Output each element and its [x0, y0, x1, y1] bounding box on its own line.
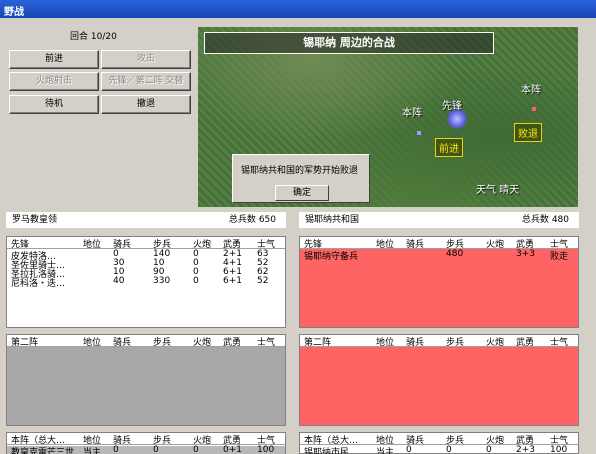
- left-side-name: 罗马教皇领: [12, 215, 58, 225]
- retreat-dialog: 锡耶纳共和国的军势开始败退 确定: [232, 154, 370, 203]
- cell-artillery: 0: [193, 445, 199, 454]
- ok-button[interactable]: 确定: [275, 185, 329, 201]
- cell-infantry: 0: [153, 445, 159, 454]
- table-header: 本阵（总大… 地位 骑兵 步兵 火炮 武勇 士气: [7, 433, 285, 446]
- left-second-panel[interactable]: 第二阵 地位 骑兵 步兵 火炮 武勇 士气: [6, 334, 286, 426]
- cell-unit-name: 锡耶纳市民: [304, 448, 350, 454]
- header-artillery: 火炮: [486, 240, 505, 250]
- header-cavalry: 骑兵: [406, 240, 425, 250]
- cell-artillery: 0: [486, 445, 492, 454]
- weather-label: 天气 晴天: [476, 185, 520, 196]
- header-valor: 武勇: [516, 338, 535, 348]
- cell-morale: 52: [257, 276, 269, 286]
- left-side-header: 罗马教皇领 总兵数 650: [6, 212, 286, 228]
- fire-artillery-button[interactable]: 火炮射击: [9, 72, 99, 91]
- swap-lines-button[interactable]: 先锋／第二阵 交替: [101, 72, 191, 91]
- left-front-panel[interactable]: 先锋 地位 骑兵 步兵 火炮 武勇 士气 皮发特洛… 0 140 0 2+1 63 圣佐里骑士… 30 10…: [6, 236, 286, 328]
- header-valor: 武勇: [223, 338, 242, 348]
- left-order-badge: 前进: [435, 138, 463, 157]
- cell-valor: 2+3: [516, 445, 535, 454]
- table-header: 第二阵 地位 骑兵 步兵 火炮 武勇 士气: [300, 335, 578, 348]
- table-header: 第二阵 地位 骑兵 步兵 火炮 武勇 士气: [7, 335, 285, 348]
- cell-rank: 当主: [83, 448, 102, 454]
- cell-valor: 6+1: [223, 276, 242, 286]
- header-artillery: 火炮: [193, 338, 212, 348]
- cell-cavalry: 40: [113, 276, 125, 286]
- cell-morale: 100: [550, 445, 568, 454]
- turn-counter: 回合 10/20: [70, 32, 117, 42]
- battle-title: 锡耶纳 周边的合战: [204, 32, 494, 54]
- cell-cavalry: 0: [406, 445, 412, 454]
- wait-button[interactable]: 待机: [9, 95, 99, 114]
- window-title: 野战: [0, 0, 596, 18]
- right-camp-marker-icon: [532, 107, 536, 111]
- table-header: 先锋 地位 骑兵 步兵 火炮 武勇 士气: [7, 237, 285, 250]
- right-order-badge: 败退: [514, 123, 542, 142]
- table-row[interactable]: 尼科洛・迭… 40 330 0 6+1 52: [7, 276, 285, 289]
- header-morale: 士气: [257, 338, 276, 348]
- header-rank: 地位: [83, 240, 102, 250]
- left-camp-label: 本阵: [402, 108, 422, 119]
- right-main-panel[interactable]: 本阵（总大… 地位 骑兵 步兵 火炮 武勇 士气 锡耶纳市民 当主 0 0 0 2+3 100: [299, 432, 579, 454]
- header-unit-name: 第二阵: [304, 338, 332, 348]
- table-row[interactable]: 教皇克雷芒三世 当主 0 0 0 0+1 100: [7, 445, 285, 454]
- header-morale: 士气: [550, 338, 569, 348]
- table-row[interactable]: 锡耶纳市民 当主 0 0 0 2+3 100: [300, 445, 578, 454]
- header-cavalry: 骑兵: [113, 338, 132, 348]
- left-main-panel[interactable]: 本阵（总大… 地位 骑兵 步兵 火炮 武勇 士气 教皇克雷芒三世 当主 0 0 0 0+1 100: [6, 432, 286, 454]
- cell-morale: 100: [257, 445, 275, 454]
- header-cavalry: 骑兵: [406, 338, 425, 348]
- cell-infantry: 0: [446, 445, 452, 454]
- header-artillery: 火炮: [486, 338, 505, 348]
- header-rank: 地位: [376, 338, 395, 348]
- cell-cavalry: 0: [113, 445, 119, 454]
- header-rank: 地位: [376, 240, 395, 250]
- header-unit-name: 第二阵: [11, 338, 39, 348]
- header-infantry: 步兵: [446, 338, 465, 348]
- table-header: 本阵（总大… 地位 骑兵 步兵 火炮 武勇 士气: [300, 433, 578, 446]
- left-camp-marker-icon: [417, 131, 421, 135]
- cell-unit-name: 尼科洛・迭…: [11, 279, 66, 289]
- header-rank: 地位: [83, 338, 102, 348]
- retreat-button[interactable]: 撤退: [101, 95, 191, 114]
- left-total: 总兵数 650: [228, 215, 276, 225]
- vanguard-army-icon: [446, 109, 468, 129]
- attack-button[interactable]: 攻击: [101, 50, 191, 69]
- table-header: 先锋 地位 骑兵 步兵 火炮 武勇 士气: [300, 237, 578, 250]
- cell-artillery: 0: [193, 276, 199, 286]
- right-second-panel[interactable]: 第二阵 地位 骑兵 步兵 火炮 武勇 士气: [299, 334, 579, 426]
- advance-button[interactable]: 前进: [9, 50, 99, 69]
- cell-infantry: 330: [153, 276, 171, 286]
- header-infantry: 步兵: [153, 338, 172, 348]
- cell-unit-name: 教皇克雷芒三世: [11, 448, 75, 454]
- cell-infantry: 480: [446, 249, 464, 259]
- cell-morale: 败走: [550, 252, 569, 262]
- right-side-header: 锡耶纳共和国 总兵数 480: [299, 212, 579, 228]
- right-side-name: 锡耶纳共和国: [305, 215, 360, 225]
- cell-rank: 当主: [376, 448, 395, 454]
- dialog-message: 锡耶纳共和国的军势开始败退: [241, 166, 359, 176]
- cell-valor: 0+1: [223, 445, 242, 454]
- cell-unit-name: 锡耶纳守备兵: [304, 252, 359, 262]
- cell-valor: 3+3: [516, 249, 535, 259]
- right-total: 总兵数 480: [521, 215, 569, 225]
- table-row[interactable]: 锡耶纳守备兵 480 3+3 败走: [300, 249, 578, 262]
- right-camp-label: 本阵: [521, 85, 541, 96]
- right-front-panel[interactable]: 先锋 地位 骑兵 步兵 火炮 武勇 士气 锡耶纳守备兵 480 3+3 败走: [299, 236, 579, 328]
